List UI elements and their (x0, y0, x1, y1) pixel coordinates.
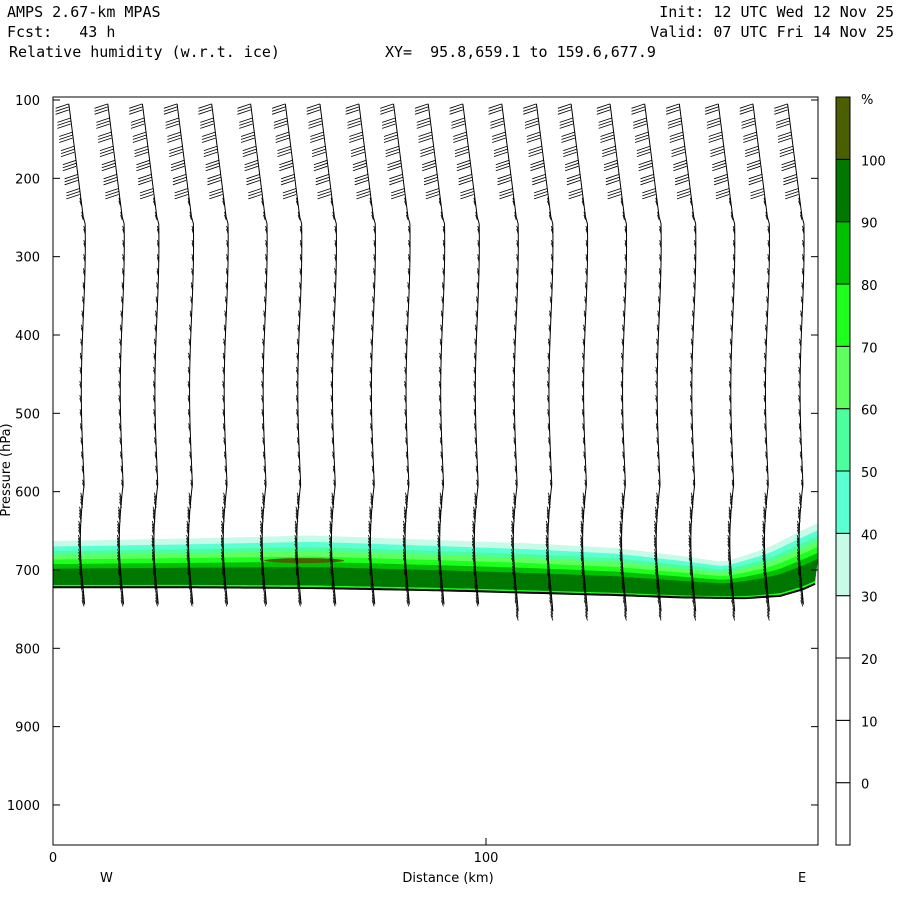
colorbar-swatch (835, 595, 851, 659)
wind-barb-column (380, 103, 411, 607)
wind-staff (609, 103, 628, 612)
colorbar-label: 90 (861, 217, 878, 232)
colorbar-label: 100 (861, 154, 886, 169)
colorbar-unit: % (861, 93, 873, 108)
colorbar-label: 10 (861, 715, 878, 730)
x-axis-label: Distance (km) (402, 871, 493, 886)
wind-staff (393, 103, 411, 605)
east-label: E (798, 871, 806, 886)
colorbar-swatch (835, 283, 851, 347)
wind-barb-column (237, 103, 268, 607)
plot-frame (52, 96, 819, 846)
wind-barb-column (345, 103, 376, 607)
y-axis-label: Pressure (hPa) (0, 423, 14, 516)
colorbar-swatch (835, 470, 851, 534)
wind-staff (717, 103, 736, 612)
wind-barb-column (129, 103, 160, 607)
wind-staff (501, 103, 519, 612)
y-tick-label: 100 (15, 94, 40, 109)
colorbar-label: 80 (861, 279, 878, 294)
west-label: W (100, 871, 113, 886)
wind-barb-column (704, 103, 736, 621)
wind-barb-column (774, 103, 805, 607)
wind-staff (176, 103, 195, 605)
colorbar-swatch (835, 345, 851, 410)
wind-barb-column (414, 103, 446, 607)
wind-barb-column (523, 103, 554, 621)
colorbar-label: 70 (861, 341, 878, 356)
wind-staff (462, 103, 480, 605)
axes: 100 200 300 400 500 600 700 800 900 1000 0 100 (7, 94, 818, 866)
colorbar-swatch (835, 221, 851, 285)
wind-staff (678, 103, 697, 612)
wind-barb-column (163, 103, 195, 607)
wind-staff (535, 103, 554, 612)
colorbar-label: 50 (861, 466, 878, 481)
y-tick-label: 800 (15, 642, 40, 657)
y-tick-label: 200 (15, 172, 40, 187)
colorbar: 0 10 20 30 40 50 60 70 80 90 100 (835, 96, 886, 846)
wind-barb-column (449, 103, 480, 607)
wind-staff (250, 103, 268, 605)
colorbar-swatch (835, 158, 851, 223)
colorbar-label: 60 (861, 404, 878, 419)
y-tick-label: 500 (15, 407, 40, 422)
wind-staff (319, 103, 337, 605)
x-tick-label: 100 (474, 851, 499, 866)
colorbar-label: 40 (861, 528, 878, 543)
wind-staff (752, 103, 770, 612)
colorbar-label: 0 (861, 778, 869, 793)
wind-barb-column (271, 103, 303, 607)
wind-barb-column (596, 103, 628, 621)
wind-staff (427, 103, 446, 605)
wind-staff (107, 103, 125, 605)
colorbar-swatch (835, 782, 851, 846)
wind-staff (358, 103, 376, 605)
wind-barb-column (631, 103, 662, 621)
colorbar-swatch (835, 719, 851, 784)
wind-barb-column (557, 103, 589, 621)
wind-barb-column (306, 103, 337, 607)
y-tick-label: 300 (15, 251, 40, 266)
colorbar-label: 30 (861, 591, 878, 606)
wind-staff (644, 103, 662, 612)
wind-barb-column (739, 103, 770, 621)
wind-barb-column (666, 103, 697, 621)
y-tick-label: 700 (15, 564, 40, 579)
wind-staff (570, 103, 589, 612)
wind-staff (284, 103, 303, 605)
colorbar-swatch (835, 96, 851, 160)
colorbar-label: 20 (861, 653, 878, 668)
y-tick-label: 1000 (7, 799, 40, 814)
y-tick-label: 600 (15, 486, 40, 501)
wind-staff (68, 103, 86, 605)
y-tick-label: 400 (15, 329, 40, 344)
cross-section-plot: 10020030040050060070080090010000 100 Pres… (0, 93, 886, 886)
wind-staff (787, 103, 805, 605)
wind-staff (211, 103, 229, 605)
colorbar-swatch (835, 408, 851, 472)
wind-staff (141, 103, 160, 605)
colorbar-swatch (835, 532, 851, 597)
x-tick-label: 0 (49, 851, 57, 866)
colorbar-swatch (835, 657, 851, 721)
wind-barb-column (55, 103, 86, 607)
wind-barb-column (94, 103, 125, 607)
y-tick-label: 900 (15, 721, 40, 736)
wind-barb-column (198, 103, 229, 607)
